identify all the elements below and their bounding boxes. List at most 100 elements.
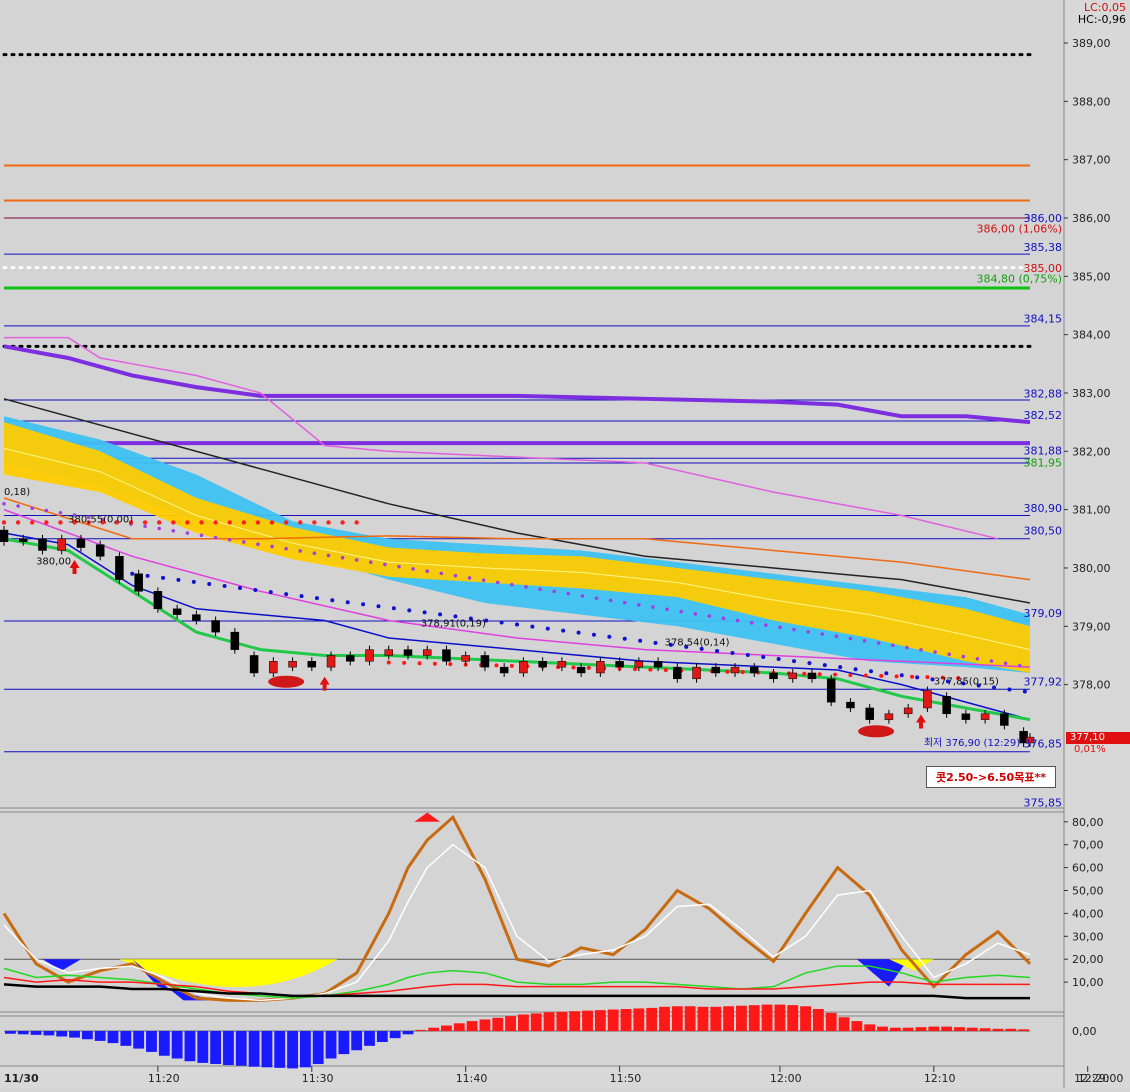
- macd-bar-23: [299, 1031, 311, 1068]
- macd-bar-2: [30, 1031, 42, 1035]
- low-marker-0: [268, 675, 305, 688]
- candle-27: [519, 661, 528, 674]
- macd-bar-15: [197, 1031, 209, 1063]
- purple-dot: [16, 504, 20, 508]
- price-tick-label-2: 387,00: [1072, 154, 1111, 167]
- purple-dot: [213, 535, 218, 540]
- annotation-3: 378,54(0,14): [664, 638, 729, 649]
- candle-18: [346, 655, 355, 662]
- blue-dot: [299, 594, 304, 599]
- macd-tick-label: 0,00: [1072, 1025, 1097, 1038]
- time-label-3: 11:40: [456, 1072, 488, 1085]
- blue-dot: [715, 648, 720, 653]
- candle-10: [192, 614, 201, 621]
- red-dot: [326, 520, 331, 525]
- candle-39: [750, 666, 759, 674]
- red-dot: [354, 520, 359, 525]
- annotation-0: 380,00: [36, 556, 71, 567]
- blue-dot: [853, 667, 858, 672]
- purple-dot: [933, 650, 937, 654]
- level-label-13: 377,92: [1024, 676, 1063, 689]
- candle-29: [557, 661, 567, 668]
- purple-dot: [665, 607, 669, 612]
- macd-bar-49: [633, 1008, 645, 1031]
- blue-dot: [653, 640, 658, 645]
- candle-17: [326, 655, 336, 668]
- purple-dot: [679, 609, 683, 614]
- purple-dot: [552, 589, 556, 594]
- blue-dot: [422, 610, 427, 615]
- red-dot-lower: [740, 670, 745, 675]
- red-dot: [1, 520, 7, 525]
- candle-47: [903, 707, 913, 715]
- purple-dot: [44, 508, 49, 513]
- candle-15: [288, 661, 297, 668]
- red-dot: [15, 520, 21, 525]
- purple-dot: [242, 540, 246, 544]
- purple-dot: [524, 585, 528, 589]
- price-tick-label-3: 386,00: [1072, 212, 1111, 225]
- macd-bar-56: [723, 1006, 735, 1031]
- candle-21: [403, 649, 413, 656]
- candle-45: [865, 707, 874, 720]
- macd-bar-53: [684, 1006, 696, 1031]
- macd-bar-44: [569, 1011, 581, 1031]
- level-label-9: 381,95: [1024, 456, 1063, 469]
- red-dot: [171, 520, 176, 525]
- blue-dot: [761, 655, 766, 660]
- candle-50: [961, 713, 971, 720]
- blue-dot: [222, 583, 227, 588]
- purple-dot: [1003, 661, 1008, 666]
- trading-chart[interactable]: 380,00 380,55(0,00) 378,91(0,19) 378,54(0,1…: [0, 0, 1130, 1088]
- target-note: 콧2.50->6.50목표**: [926, 766, 1056, 788]
- macd-bar-39: [505, 1016, 516, 1031]
- macd-bar-79: [1018, 1029, 1029, 1031]
- blue-dot: [730, 650, 735, 655]
- level-label-5: 384,15: [1024, 312, 1063, 325]
- candle-13: [249, 655, 259, 674]
- red-dot-lower: [632, 667, 637, 672]
- candle-40: [769, 672, 778, 680]
- macd-bar-20: [261, 1031, 273, 1068]
- macd-bar-72: [928, 1026, 940, 1031]
- blue-dot: [268, 590, 273, 595]
- macd-bar-69: [889, 1027, 901, 1031]
- price-tick-label-0: 389,00: [1072, 37, 1111, 50]
- blue-dot: [361, 602, 366, 607]
- macd-bar-52: [671, 1006, 683, 1031]
- price-tick-label-6: 383,00: [1072, 387, 1111, 400]
- candle-41: [788, 672, 797, 680]
- purple-dot: [749, 621, 754, 625]
- purple-dot: [693, 612, 698, 616]
- blue-dot: [130, 571, 135, 576]
- blue-dot: [638, 638, 643, 643]
- macd-bar-51: [659, 1006, 670, 1031]
- annotation-5: 최저 376,90 (12:29): [924, 737, 1020, 749]
- purple-dot: [256, 542, 260, 547]
- osc-tick-label-6: 20,00: [1072, 953, 1104, 966]
- purple-dot: [383, 562, 387, 567]
- price-tick-label-9: 380,00: [1072, 562, 1111, 575]
- level-label-15: 375,85: [1024, 796, 1063, 809]
- purple-dot: [947, 652, 952, 657]
- purple-dot: [989, 659, 994, 663]
- blue-dot: [191, 579, 196, 584]
- purple-dot: [707, 614, 712, 618]
- purple-dot: [637, 603, 641, 607]
- purple-dot: [495, 580, 500, 585]
- macd-bar-1: [17, 1031, 29, 1035]
- red-dot: [58, 520, 63, 525]
- price-tick-label-1: 388,00: [1072, 95, 1111, 108]
- red-dot: [241, 520, 247, 525]
- red-dot-lower: [879, 673, 884, 678]
- macd-bar-32: [415, 1029, 427, 1031]
- purple-dot: [820, 632, 825, 636]
- purple-dot: [778, 625, 782, 630]
- chart-canvas[interactable]: 380,00 380,55(0,00) 378,91(0,19) 378,54(0,1…: [0, 0, 1130, 1088]
- level-label-2: 385,38: [1024, 241, 1063, 254]
- candle-33: [634, 661, 644, 668]
- red-dot-lower: [494, 663, 499, 668]
- macd-bar-48: [620, 1009, 632, 1031]
- blue-dot: [330, 598, 335, 603]
- red-dot: [283, 520, 289, 525]
